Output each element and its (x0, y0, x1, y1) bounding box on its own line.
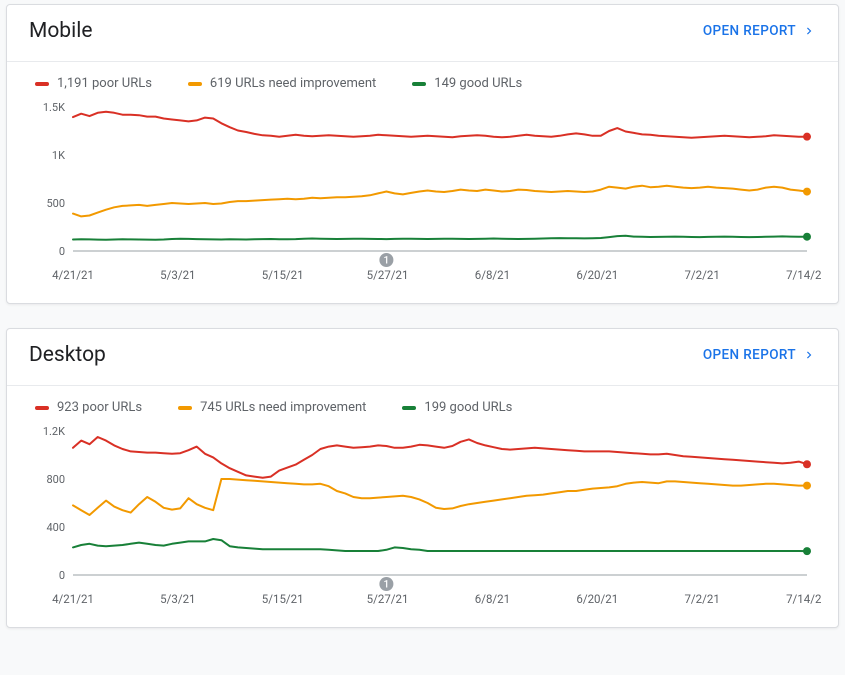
open-report-mobile[interactable]: OPEN REPORT (703, 23, 816, 39)
legend-label-poor: 923 poor URLs (57, 400, 142, 415)
open-report-label: OPEN REPORT (703, 23, 796, 39)
svg-text:0: 0 (59, 245, 65, 258)
legend-label-good: 199 good URLs (424, 400, 512, 415)
legend-label-good: 149 good URLs (434, 76, 522, 91)
legend-good: 149 good URLs (412, 76, 522, 91)
svg-text:5/3/21: 5/3/21 (160, 268, 195, 282)
svg-text:6/20/21: 6/20/21 (576, 268, 618, 282)
mobile-card-header: Mobile OPEN REPORT (7, 5, 838, 53)
mobile-chart: 0 500 1K 1.5K 1 4/21/21 5/3/21 5/15/21 5/27/21 6/… (31, 99, 821, 289)
svg-text:0: 0 (59, 569, 65, 582)
desktop-card-header: Desktop OPEN REPORT (7, 329, 838, 377)
chevron-right-icon (802, 24, 816, 38)
svg-text:7/2/21: 7/2/21 (684, 592, 719, 606)
svg-text:4/21/21: 4/21/21 (52, 592, 94, 606)
open-report-label: OPEN REPORT (703, 347, 796, 363)
svg-text:7/14/21: 7/14/21 (786, 268, 821, 282)
mobile-card: Mobile OPEN REPORT 1,191 poor URLs 619 U… (6, 4, 839, 304)
open-report-desktop[interactable]: OPEN REPORT (703, 347, 816, 363)
svg-text:5/27/21: 5/27/21 (367, 268, 409, 282)
legend-label-poor: 1,191 poor URLs (57, 76, 152, 91)
mobile-chart-wrap: 0 500 1K 1.5K 1 4/21/21 5/3/21 5/15/21 5/27/21 6/… (7, 95, 838, 303)
legend-label-need: 619 URLs need improvement (210, 76, 376, 91)
svg-text:5/3/21: 5/3/21 (160, 592, 195, 606)
desktop-title: Desktop (29, 343, 106, 367)
svg-text:400: 400 (46, 521, 65, 534)
mobile-title: Mobile (29, 19, 92, 43)
legend-swatch-good (412, 82, 426, 86)
desktop-chart: 0 400 800 1.2K 1 4/21/21 5/3/21 5/15/21 5/27/21 6… (31, 423, 821, 613)
desktop-legend: 923 poor URLs 745 URLs need improvement … (7, 386, 838, 419)
chevron-right-icon (802, 348, 816, 362)
desktop-card: Desktop OPEN REPORT 923 poor URLs 745 UR… (6, 328, 839, 628)
svg-text:500: 500 (46, 197, 65, 210)
legend-swatch-need (188, 82, 202, 86)
legend-good: 199 good URLs (402, 400, 512, 415)
legend-label-need: 745 URLs need improvement (200, 400, 366, 415)
svg-text:7/2/21: 7/2/21 (684, 268, 719, 282)
svg-text:1: 1 (384, 580, 390, 591)
legend-swatch-poor (35, 82, 49, 86)
legend-swatch-need (178, 406, 192, 410)
svg-text:1K: 1K (52, 149, 65, 162)
svg-text:7/14/21: 7/14/21 (786, 592, 821, 606)
legend-need: 619 URLs need improvement (188, 76, 376, 91)
svg-text:1.5K: 1.5K (43, 101, 65, 114)
svg-text:5/15/21: 5/15/21 (262, 268, 304, 282)
mobile-legend: 1,191 poor URLs 619 URLs need improvemen… (7, 62, 838, 95)
desktop-chart-wrap: 0 400 800 1.2K 1 4/21/21 5/3/21 5/15/21 5/27/21 6… (7, 419, 838, 627)
legend-swatch-good (402, 406, 416, 410)
svg-text:6/20/21: 6/20/21 (576, 592, 618, 606)
svg-text:1.2K: 1.2K (43, 425, 65, 438)
svg-text:800: 800 (46, 473, 65, 486)
svg-text:4/21/21: 4/21/21 (52, 268, 94, 282)
svg-text:5/15/21: 5/15/21 (262, 592, 304, 606)
svg-text:6/8/21: 6/8/21 (475, 592, 510, 606)
svg-text:1: 1 (384, 256, 390, 267)
legend-need: 745 URLs need improvement (178, 400, 366, 415)
legend-swatch-poor (35, 406, 49, 410)
legend-poor: 923 poor URLs (35, 400, 142, 415)
svg-text:5/27/21: 5/27/21 (367, 592, 409, 606)
legend-poor: 1,191 poor URLs (35, 76, 152, 91)
svg-text:6/8/21: 6/8/21 (475, 268, 510, 282)
